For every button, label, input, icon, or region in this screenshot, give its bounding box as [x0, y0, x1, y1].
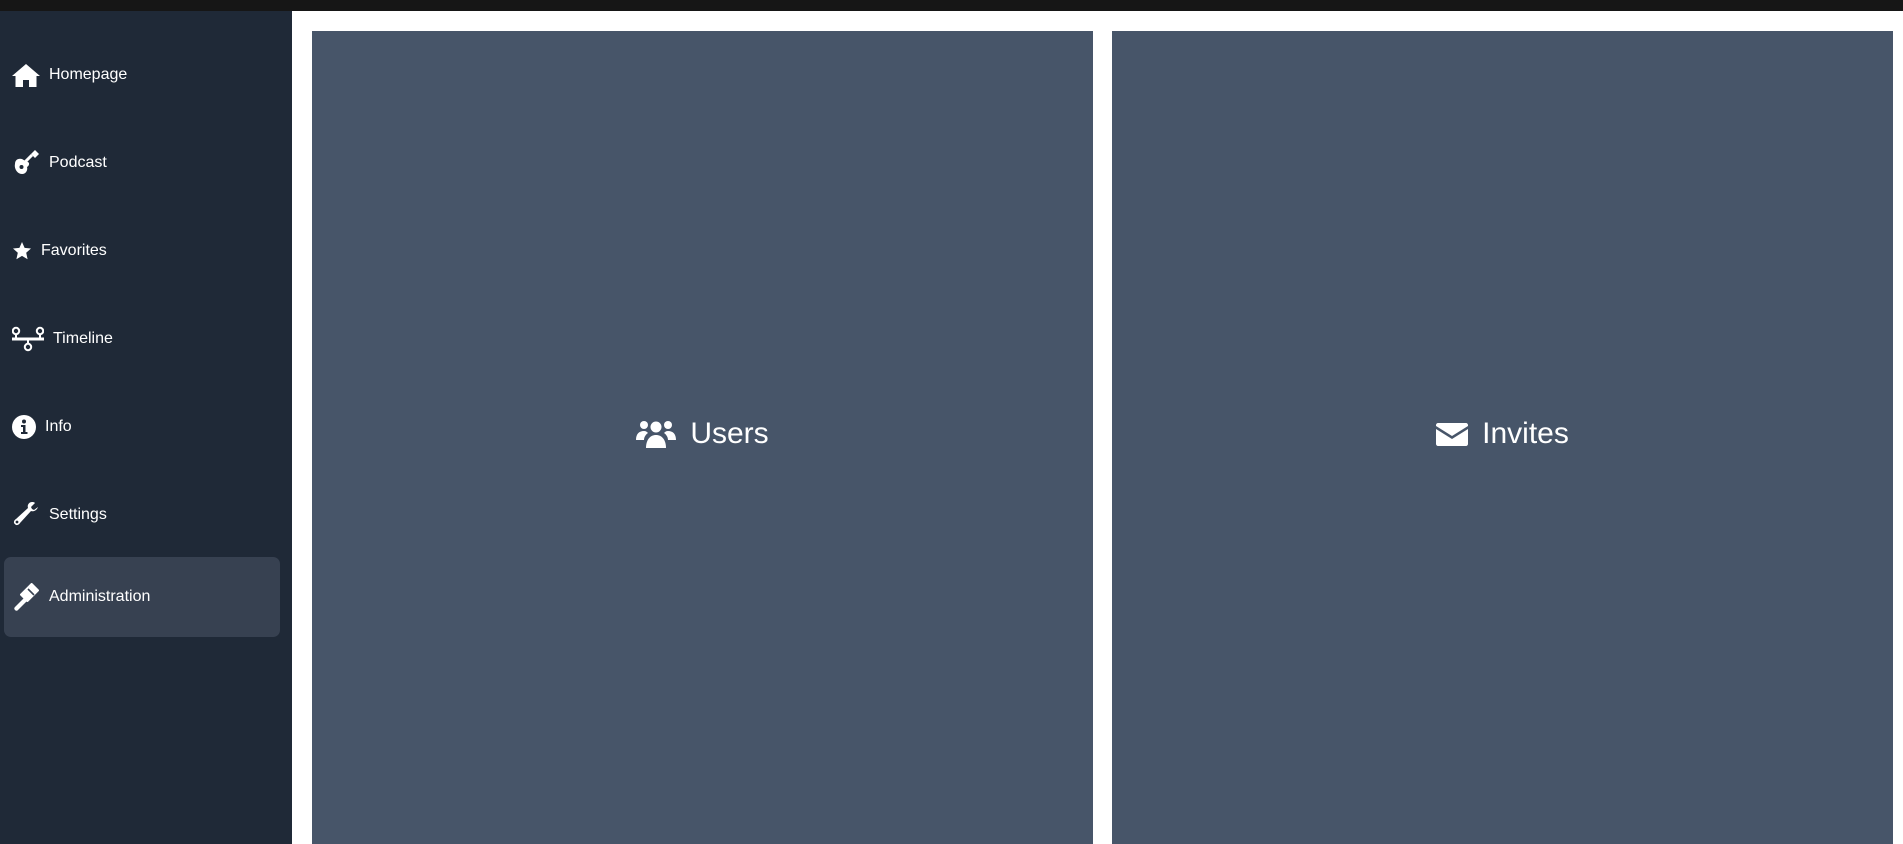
invites-card-label: Invites [1482, 416, 1569, 450]
star-icon [11, 236, 33, 266]
sidebar-item-info[interactable]: Info [4, 387, 280, 467]
sidebar-item-label: Settings [49, 506, 107, 523]
invites-card[interactable]: Invites [1112, 31, 1893, 844]
sidebar-item-settings[interactable]: Settings [4, 475, 280, 555]
wrench-icon [11, 500, 41, 530]
sidebar-item-label: Podcast [49, 154, 107, 171]
guitar-icon [11, 148, 41, 178]
users-card-label: Users [690, 416, 769, 450]
sidebar-item-label: Administration [49, 588, 151, 605]
home-icon [11, 60, 41, 90]
sidebar-item-label: Info [45, 418, 72, 435]
sidebar-item-favorites[interactable]: Favorites [4, 211, 280, 291]
top-bar [0, 0, 1903, 11]
users-icon [636, 418, 677, 450]
sidebar-item-administration[interactable]: Administration [4, 557, 280, 637]
envelope-icon [1436, 421, 1469, 447]
sidebar: Homepage Podcast Favorites Timeline Info… [0, 11, 292, 844]
sidebar-item-podcast[interactable]: Podcast [4, 123, 280, 203]
info-icon [11, 412, 37, 442]
sidebar-item-homepage[interactable]: Homepage [4, 35, 280, 115]
timeline-icon [11, 324, 45, 354]
sidebar-item-label: Homepage [49, 66, 128, 83]
gavel-icon [11, 582, 41, 612]
main-content: Users Invites [292, 11, 1903, 844]
sidebar-item-label: Favorites [41, 242, 107, 259]
sidebar-item-label: Timeline [53, 330, 113, 347]
sidebar-item-timeline[interactable]: Timeline [4, 299, 280, 379]
users-card[interactable]: Users [312, 31, 1093, 844]
